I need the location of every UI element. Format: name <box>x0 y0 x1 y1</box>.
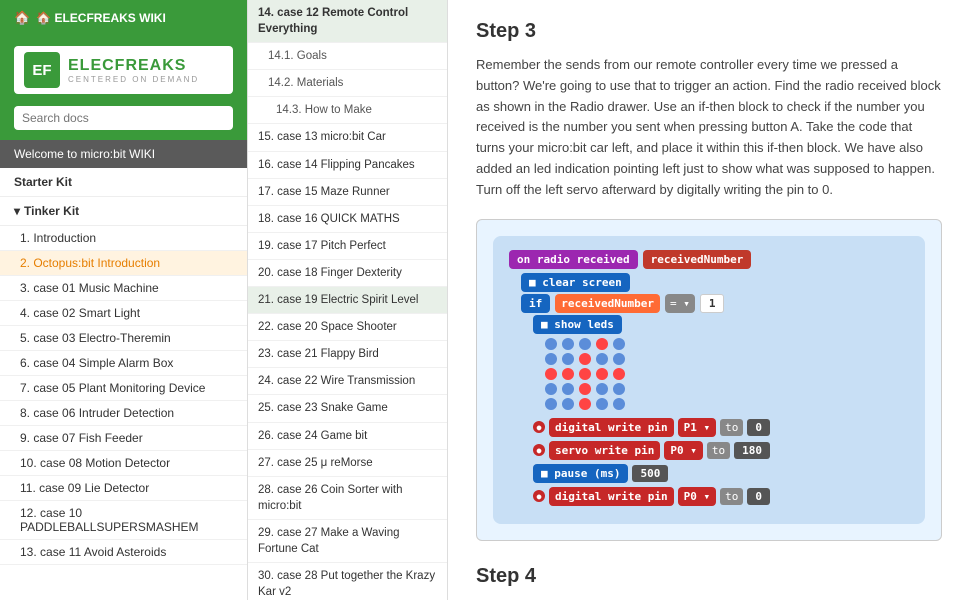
sidebar-nav-item-11[interactable]: 12. case 10 PADDLEBALLSUPERSMASHEM <box>0 501 247 540</box>
sidebar-nav-item-1[interactable]: 2. Octopus:bit Introduction <box>0 251 247 276</box>
middle-items-container: 14. case 12 Remote Control Everything14.… <box>248 0 447 600</box>
middle-item-1[interactable]: 14.1. Goals <box>248 43 447 70</box>
logo-box: EF ELECFREAKS CENTERED ON DEMAND <box>14 46 233 94</box>
nav-items-container: 1. Introduction2. Octopus:bit Introducti… <box>0 226 247 565</box>
sidebar-nav-item-6[interactable]: 7. case 05 Plant Monitoring Device <box>0 376 247 401</box>
nav-welcome: Welcome to micro:bit WIKI <box>0 140 247 168</box>
sidebar-nav-item-0[interactable]: 1. Introduction <box>0 226 247 251</box>
middle-item-15[interactable]: 26. case 24 Game bit <box>248 423 447 450</box>
middle-item-12[interactable]: 23. case 21 Flappy Bird <box>248 341 447 368</box>
main-content: Step 3 Remember the sends from our remot… <box>448 0 970 600</box>
sidebar-nav-item-12[interactable]: 13. case 11 Avoid Asteroids <box>0 540 247 565</box>
middle-panel: 14. case 12 Remote Control Everything14.… <box>248 0 448 600</box>
step3-body: Remember the sends from our remote contr… <box>476 55 942 201</box>
collapse-icon: ▾ <box>14 204 20 218</box>
sidebar-title: 🏠 ELECFREAKS WIKI <box>36 11 166 25</box>
home-icon: 🏠 <box>14 10 30 26</box>
sidebar-header: 🏠 🏠 ELECFREAKS WIKI <box>0 0 247 36</box>
middle-item-4[interactable]: 15. case 13 micro:bit Car <box>248 124 447 151</box>
middle-item-10[interactable]: 21. case 19 Electric Spirit Level <box>248 287 447 314</box>
nav-section: Welcome to micro:bit WIKI Starter Kit ▾ … <box>0 140 247 600</box>
middle-item-16[interactable]: 27. case 25 μ reMorse <box>248 450 447 477</box>
middle-item-5[interactable]: 16. case 14 Flipping Pancakes <box>248 152 447 179</box>
middle-item-9[interactable]: 20. case 18 Finger Dexterity <box>248 260 447 287</box>
sidebar-nav-item-10[interactable]: 11. case 09 Lie Detector <box>0 476 247 501</box>
middle-item-8[interactable]: 19. case 17 Pitch Perfect <box>248 233 447 260</box>
logo-area: EF ELECFREAKS CENTERED ON DEMAND <box>0 36 247 106</box>
middle-item-18[interactable]: 29. case 27 Make a Waving Fortune Cat <box>248 520 447 563</box>
middle-item-2[interactable]: 14.2. Materials <box>248 70 447 97</box>
middle-item-7[interactable]: 18. case 16 QUICK MATHS <box>248 206 447 233</box>
sidebar-nav-item-4[interactable]: 5. case 03 Electro-Theremin <box>0 326 247 351</box>
middle-item-11[interactable]: 22. case 20 Space Shooter <box>248 314 447 341</box>
search-area <box>0 106 247 140</box>
sidebar: 🏠 🏠 ELECFREAKS WIKI EF ELECFREAKS CENTER… <box>0 0 248 600</box>
sidebar-nav-item-5[interactable]: 6. case 04 Simple Alarm Box <box>0 351 247 376</box>
middle-item-3[interactable]: 14.3. How to Make <box>248 97 447 124</box>
middle-item-14[interactable]: 25. case 23 Snake Game <box>248 395 447 422</box>
sidebar-nav-item-3[interactable]: 4. case 02 Smart Light <box>0 301 247 326</box>
sidebar-nav-item-2[interactable]: 3. case 01 Music Machine <box>0 276 247 301</box>
sidebar-nav-item-9[interactable]: 10. case 08 Motion Detector <box>0 451 247 476</box>
logo-main: ELECFREAKS <box>68 57 199 75</box>
sidebar-nav-item-7[interactable]: 8. case 06 Intruder Detection <box>0 401 247 426</box>
step3-title: Step 3 <box>476 20 942 43</box>
middle-item-0[interactable]: 14. case 12 Remote Control Everything <box>248 0 447 43</box>
logo-text: ELECFREAKS CENTERED ON DEMAND <box>68 57 199 84</box>
nav-starter[interactable]: Starter Kit <box>0 168 247 197</box>
step4-title: Step 4 <box>476 565 942 588</box>
sidebar-nav-item-8[interactable]: 9. case 07 Fish Feeder <box>0 426 247 451</box>
nav-tinker-header[interactable]: ▾ Tinker Kit <box>0 197 247 226</box>
middle-item-13[interactable]: 24. case 22 Wire Transmission <box>248 368 447 395</box>
code-image-step3: on radio received receivedNumber ■ clear… <box>476 219 942 541</box>
logo-icon: EF <box>24 52 60 88</box>
middle-item-6[interactable]: 17. case 15 Maze Runner <box>248 179 447 206</box>
search-input[interactable] <box>14 106 233 130</box>
middle-item-19[interactable]: 30. case 28 Put together the Krazy Kar v… <box>248 563 447 600</box>
logo-sub: CENTERED ON DEMAND <box>68 75 199 84</box>
middle-item-17[interactable]: 28. case 26 Coin Sorter with micro:bit <box>248 477 447 520</box>
